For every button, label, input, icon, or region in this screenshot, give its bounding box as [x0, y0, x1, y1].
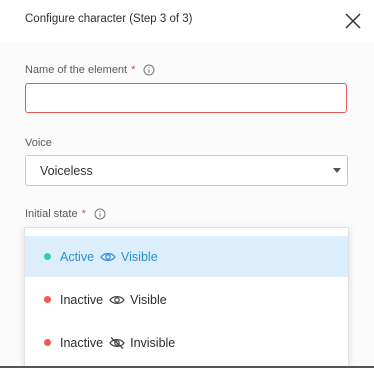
voice-field-label: Voice: [25, 137, 52, 149]
state-option-inactive-invisible[interactable]: Inactive Invisible: [25, 322, 348, 363]
option-status: Inactive: [60, 335, 104, 350]
info-icon[interactable]: [143, 64, 155, 76]
eye-icon: [100, 252, 116, 261]
caret-down-icon: [333, 168, 341, 173]
state-label-text: Initial state: [25, 208, 78, 220]
option-visibility: Invisible: [130, 335, 176, 350]
dialog-title: Configure character (Step 3 of 3): [25, 13, 193, 25]
option-status: Inactive: [60, 292, 104, 307]
status-dot: [44, 253, 51, 260]
state-field-label: Initial state *: [25, 208, 106, 220]
option-status: Active: [60, 249, 95, 264]
close-button[interactable]: [342, 10, 364, 32]
option-visibility: Visible: [130, 292, 167, 307]
name-field-label: Name of the element *: [25, 64, 155, 76]
dropdown-top-padding: [25, 228, 348, 236]
name-input[interactable]: [25, 83, 347, 113]
voice-label-text: Voice: [25, 137, 52, 149]
name-label-text: Name of the element: [25, 64, 128, 76]
state-option-inactive-visible[interactable]: Inactive Visible: [25, 279, 348, 320]
status-dot: [44, 339, 51, 346]
voice-select[interactable]: Voiceless: [25, 155, 348, 186]
initial-state-dropdown: Active Visible Inactive Visible Inactive…: [24, 227, 349, 368]
dialog-header: Configure character (Step 3 of 3): [0, 0, 374, 42]
option-visibility: Visible: [121, 249, 158, 264]
required-marker: *: [131, 64, 136, 76]
voice-select-value: Voiceless: [40, 164, 93, 178]
eye-icon: [109, 295, 125, 304]
close-icon: [345, 13, 361, 29]
state-option-active-visible[interactable]: Active Visible: [25, 236, 348, 277]
info-icon[interactable]: [94, 208, 106, 220]
required-marker: *: [81, 208, 86, 220]
status-dot: [44, 296, 51, 303]
eye-slash-icon: [109, 336, 125, 349]
